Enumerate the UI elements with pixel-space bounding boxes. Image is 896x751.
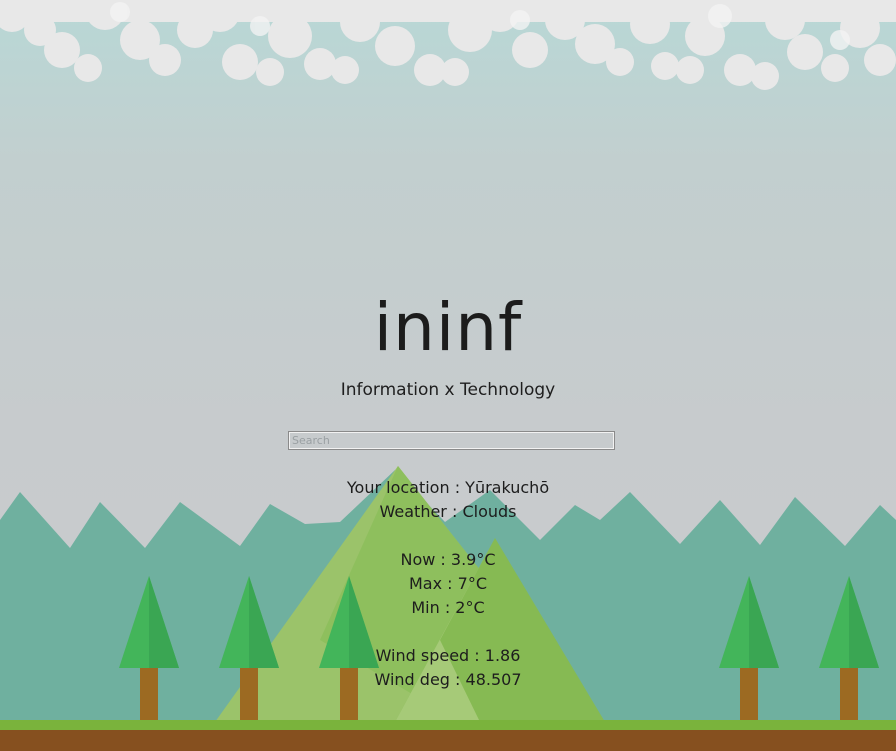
weather-now: Now : 3.9°C [400,550,496,569]
weather-location: Your location : Yūrakuchō [346,478,550,497]
weather-panel: Your location : Yūrakuchō Weather : Clou… [0,476,896,692]
hero-section: ininf Information x Technology Your loca… [0,0,896,751]
weather-spacer [0,524,896,548]
weather-wind-speed: Wind speed : 1.86 [375,646,521,665]
weather-spacer [0,620,896,644]
search-input[interactable] [288,431,615,450]
weather-wind-deg: Wind deg : 48.507 [374,670,522,689]
site-subtitle: Information x Technology [340,380,556,400]
weather-min: Min : 2°C [411,598,485,617]
weather-condition: Weather : Clouds [379,502,517,521]
site-title: ininf [373,289,523,366]
weather-max: Max : 7°C [409,574,487,593]
